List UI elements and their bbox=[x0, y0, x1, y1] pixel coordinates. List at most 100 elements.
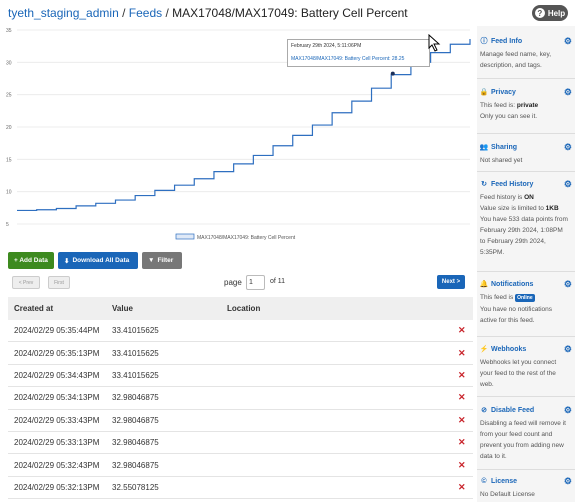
disable-feed-title[interactable]: Disable Feed bbox=[491, 407, 534, 414]
gear-icon[interactable]: ⚙ bbox=[564, 279, 572, 289]
row-value: 33.41015625 bbox=[112, 326, 159, 336]
download-label: Download All Data bbox=[72, 257, 130, 264]
history-label: Feed history is bbox=[480, 194, 523, 201]
webhooks-title[interactable]: Webhooks bbox=[491, 346, 526, 353]
breadcrumb: tyeth_staging_admin / Feeds / MAX17048/M… bbox=[8, 6, 408, 20]
table-row: 2024/02/29 05:32:13PM 32.55078125 ✕ bbox=[8, 477, 473, 500]
gear-icon[interactable]: ⚙ bbox=[564, 179, 572, 189]
table-row: 2024/02/29 05:35:44PM 33.41015625 ✕ bbox=[8, 320, 473, 343]
divider bbox=[477, 469, 575, 470]
row-value: 32.98046875 bbox=[112, 438, 159, 448]
info-icon: ⓘ bbox=[480, 38, 488, 45]
chart-tooltip: February 29th 2024, 5:11:06PM MAX17048/M… bbox=[287, 39, 430, 67]
row-value: 32.55078125 bbox=[112, 482, 159, 492]
table-row: 2024/02/29 05:32:43PM 32.98046875 ✕ bbox=[8, 454, 473, 477]
next-page-button[interactable]: Next > bbox=[437, 275, 465, 289]
y-tick-label: 30 bbox=[6, 60, 12, 66]
history-status: ON bbox=[524, 194, 534, 201]
lock-icon: 🔒 bbox=[479, 89, 489, 96]
sharing-section: 👥 Sharing ⚙ Not shared yet bbox=[479, 142, 572, 166]
sharing-title[interactable]: Sharing bbox=[491, 144, 517, 151]
row-created-at: 2024/02/29 05:35:44PM bbox=[14, 326, 100, 336]
y-tick-label: 5 bbox=[6, 222, 9, 228]
privacy-section: 🔒 Privacy ⚙ This feed is: private Only y… bbox=[479, 87, 572, 122]
table-row: 2024/02/29 05:33:43PM 32.98046875 ✕ bbox=[8, 410, 473, 432]
breadcrumb-user-link[interactable]: tyeth_staging_admin bbox=[8, 6, 119, 20]
data-points-summary: You have 533 data points from February 2… bbox=[480, 216, 568, 256]
feed-info-title[interactable]: Feed Info bbox=[491, 38, 522, 45]
delete-row-icon[interactable]: ✕ bbox=[458, 482, 466, 493]
share-icon: 👥 bbox=[479, 144, 489, 151]
online-badge: Online bbox=[515, 294, 535, 302]
tooltip-date: February 29th 2024, 5:11:06PM bbox=[291, 43, 362, 49]
bell-icon: 🔔 bbox=[479, 281, 489, 288]
divider bbox=[477, 171, 575, 172]
sharing-body: Not shared yet bbox=[480, 157, 523, 164]
feed-history-title[interactable]: Feed History bbox=[491, 181, 533, 188]
header-value: Value bbox=[112, 304, 133, 313]
question-icon: ? bbox=[534, 8, 545, 18]
prev-page-button[interactable]: < Prev bbox=[12, 276, 40, 289]
download-icon: ⬇ bbox=[64, 257, 70, 265]
help-button[interactable]: ? Help bbox=[532, 5, 568, 21]
delete-row-icon[interactable]: ✕ bbox=[458, 348, 466, 359]
notifications-section: 🔔 Notifications ⚙ This feed is Online Yo… bbox=[479, 279, 572, 326]
delete-row-icon[interactable]: ✕ bbox=[458, 415, 466, 426]
table-row: 2024/02/29 05:34:13PM 32.98046875 ✕ bbox=[8, 387, 473, 410]
notifications-title[interactable]: Notifications bbox=[491, 281, 533, 288]
delete-row-icon[interactable]: ✕ bbox=[458, 325, 466, 336]
gear-icon[interactable]: ⚙ bbox=[564, 87, 572, 97]
license-title[interactable]: License bbox=[491, 478, 517, 485]
page-label: page bbox=[224, 278, 242, 287]
webhooks-section: ⚡ Webhooks ⚙ Webhooks let you connect yo… bbox=[479, 344, 572, 390]
webhooks-body: Webhooks let you connect your feed to th… bbox=[480, 359, 557, 388]
y-tick-label: 25 bbox=[6, 93, 12, 99]
help-label: Help bbox=[547, 8, 566, 18]
filter-icon: ▼ bbox=[148, 257, 155, 264]
row-created-at: 2024/02/29 05:34:13PM bbox=[14, 393, 100, 403]
gear-icon[interactable]: ⚙ bbox=[564, 344, 572, 354]
tooltip-series: MAX17048/MAX17049: Battery Cell Percent:… bbox=[291, 56, 405, 62]
breadcrumb-feeds-link[interactable]: Feeds bbox=[129, 6, 162, 20]
row-created-at: 2024/02/29 05:35:13PM bbox=[14, 348, 100, 358]
add-data-button[interactable]: + Add Data bbox=[8, 252, 54, 269]
delete-row-icon[interactable]: ✕ bbox=[458, 437, 466, 448]
filter-button[interactable]: ▼ Filter bbox=[142, 252, 182, 269]
row-created-at: 2024/02/29 05:33:43PM bbox=[14, 415, 100, 425]
y-tick-label: 20 bbox=[6, 125, 12, 131]
breadcrumb-separator: / bbox=[122, 6, 126, 20]
gear-icon[interactable]: ⚙ bbox=[564, 405, 572, 415]
tooltip-value: 28.25 bbox=[391, 56, 405, 62]
first-page-button[interactable]: First bbox=[48, 276, 70, 289]
notifications-label: This feed is bbox=[480, 294, 514, 301]
table-row: 2024/02/29 05:34:43PM 33.41015625 ✕ bbox=[8, 365, 473, 388]
delete-row-icon[interactable]: ✕ bbox=[458, 460, 466, 471]
row-created-at: 2024/02/29 05:34:43PM bbox=[14, 370, 100, 380]
download-all-data-button[interactable]: ⬇ Download All Data bbox=[58, 252, 138, 269]
row-created-at: 2024/02/29 05:33:13PM bbox=[14, 438, 100, 448]
pagination: < Prev First page 1 of 11 Next > bbox=[8, 275, 466, 291]
hover-point bbox=[390, 71, 395, 76]
data-table: Created at Value Location 2024/02/29 05:… bbox=[8, 297, 473, 500]
delete-row-icon[interactable]: ✕ bbox=[458, 370, 466, 381]
privacy-title[interactable]: Privacy bbox=[491, 89, 516, 96]
license-section: © License ⚙ No Default License bbox=[480, 476, 572, 500]
page-number-value: 1 bbox=[249, 279, 253, 286]
y-tick-label: 35 bbox=[6, 28, 12, 34]
gear-icon[interactable]: ⚙ bbox=[564, 36, 572, 46]
row-value: 33.41015625 bbox=[112, 370, 159, 380]
gear-icon[interactable]: ⚙ bbox=[564, 476, 572, 486]
webhook-icon: ⚡ bbox=[479, 346, 489, 353]
page-number-input[interactable]: 1 bbox=[246, 275, 265, 290]
divider bbox=[477, 78, 575, 79]
table-header: Created at Value Location bbox=[8, 297, 473, 320]
breadcrumb-separator: / bbox=[165, 6, 169, 20]
header-created-at: Created at bbox=[14, 304, 54, 313]
license-body: No Default License bbox=[480, 491, 535, 498]
gear-icon[interactable]: ⚙ bbox=[564, 142, 572, 152]
filter-label: Filter bbox=[157, 257, 174, 264]
row-created-at: 2024/02/29 05:32:43PM bbox=[14, 460, 100, 470]
disable-feed-body: Disabling a feed will remove it from you… bbox=[480, 420, 566, 460]
legend-swatch bbox=[175, 233, 195, 240]
delete-row-icon[interactable]: ✕ bbox=[458, 392, 466, 403]
